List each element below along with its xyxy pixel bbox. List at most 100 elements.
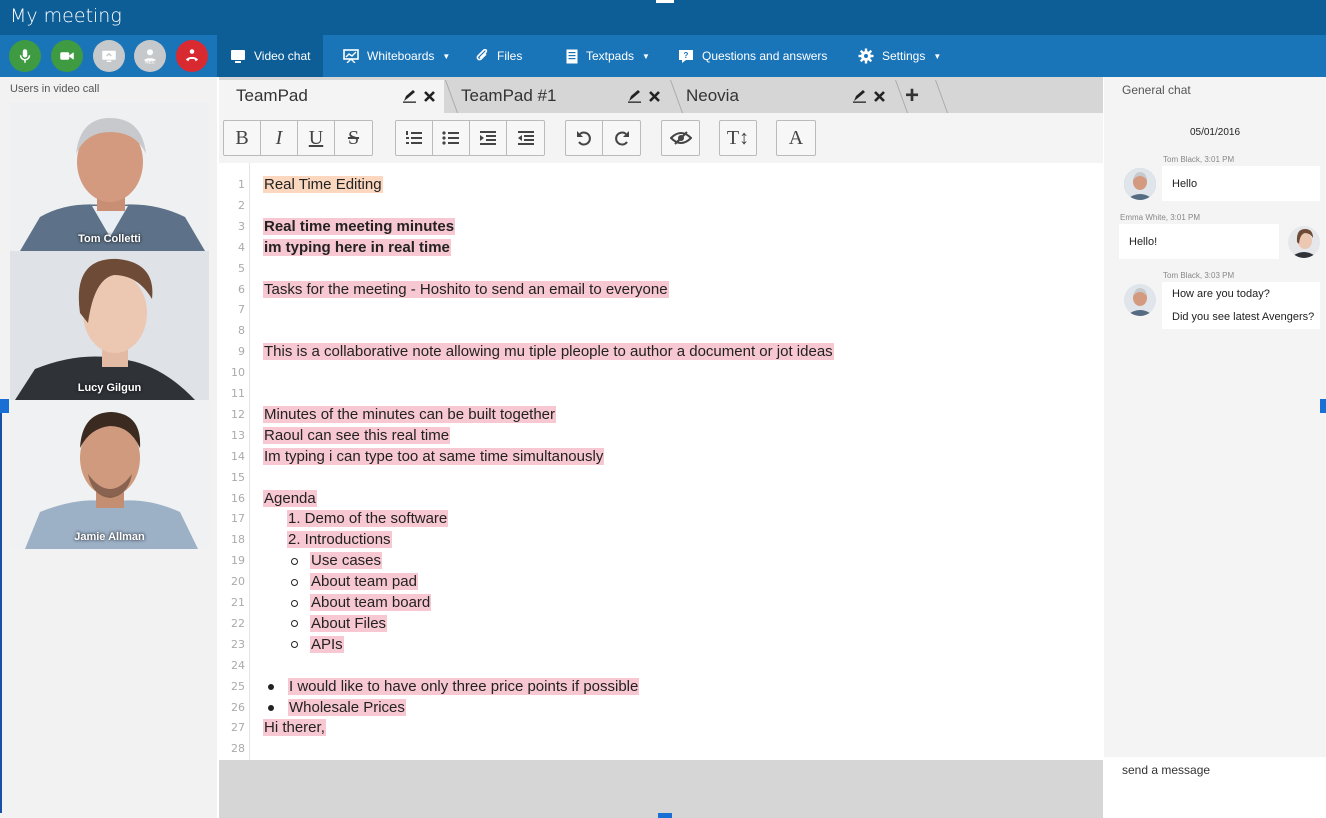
avatar — [1288, 226, 1320, 258]
video-tile-lucy-gilgun[interactable]: Lucy Gilgun — [10, 251, 209, 400]
italic-button[interactable]: I — [261, 121, 298, 155]
undo-icon — [577, 131, 591, 146]
resize-handle[interactable] — [1320, 399, 1326, 413]
editor-line: im typing here in real time — [263, 238, 451, 258]
editor-line: Raoul can see this real time — [263, 426, 451, 446]
rename-pencil-icon[interactable] — [852, 88, 868, 108]
eye-slash-icon — [669, 131, 692, 145]
tab-video-chat[interactable]: Video chat — [217, 35, 323, 77]
title-bar: My meeting — [0, 0, 1326, 35]
line-text: im typing here in real time — [263, 238, 451, 256]
tab-questions-answers[interactable]: ? Questions and answers — [678, 35, 827, 77]
rename-pencil-icon[interactable] — [627, 88, 643, 108]
line-text: 1. Demo of the software — [287, 510, 449, 528]
add-tab-button[interactable]: + — [905, 80, 941, 113]
tab-whiteboards[interactable]: Whiteboards ▼ — [343, 35, 450, 77]
record-button[interactable]: REC — [134, 40, 166, 72]
tab-label: TeamPad #1 — [461, 86, 557, 105]
line-number: 6 — [238, 282, 245, 296]
line-number: 14 — [231, 449, 245, 463]
tab-neovia[interactable]: Neovia — [669, 80, 894, 113]
underline-label: U — [308, 126, 324, 149]
svg-text:?: ? — [684, 51, 689, 60]
close-icon[interactable] — [648, 88, 661, 108]
tab-whiteboards-label: Whiteboards — [367, 49, 435, 63]
hang-up-button[interactable] — [176, 40, 208, 72]
indent-button[interactable] — [470, 121, 507, 155]
line-text: Use cases — [310, 552, 383, 570]
line-number: 26 — [231, 700, 245, 714]
line-number: 2 — [238, 198, 245, 212]
undo-button[interactable] — [566, 121, 603, 155]
close-icon[interactable] — [423, 88, 436, 108]
chat-composer — [1104, 757, 1326, 818]
participant-name: Jamie Allman — [74, 531, 145, 543]
outdent-icon — [517, 131, 534, 145]
editor-line: About Files — [291, 614, 388, 634]
unordered-list-button[interactable] — [433, 121, 470, 155]
line-number: 3 — [238, 219, 245, 233]
editor-line: Hi therer, — [263, 718, 326, 738]
text-editor[interactable]: 1 2 3 4 5 6 7 8 9 10 11 12 13 14 15 16 17 18 19 20 21 22 23 24 2… — [219, 163, 1103, 760]
line-text: About Files — [310, 614, 388, 632]
line-number: 4 — [238, 240, 245, 254]
general-chat-panel: General chat 05/01/2016 Tom Black, 3:01 … — [1104, 77, 1326, 757]
chat-message-input[interactable] — [1122, 763, 1312, 777]
resize-handle[interactable] — [656, 0, 674, 3]
editor-line: Minutes of the minutes can be built toge… — [263, 405, 557, 425]
chat-message: How are you today? Did you see latest Av… — [1162, 282, 1320, 329]
close-icon[interactable] — [873, 88, 886, 108]
main-toolbar: REC Video chat Whiteboards ▼ Files Textp… — [0, 35, 1326, 77]
resize-handle[interactable] — [658, 813, 672, 818]
resize-handle[interactable] — [0, 399, 9, 413]
ordered-list-button[interactable] — [396, 121, 433, 155]
bold-button[interactable]: B — [224, 121, 261, 155]
editor-line: 2. Introductions — [287, 530, 392, 550]
chat-message: Hello — [1162, 166, 1320, 201]
redo-icon — [614, 131, 629, 146]
tab-teampad[interactable]: TeamPad — [219, 80, 444, 113]
line-text: Minutes of the minutes can be built toge… — [263, 405, 557, 423]
tab-label: TeamPad — [236, 86, 308, 105]
clear-authorship-button[interactable] — [661, 120, 700, 156]
tab-files[interactable]: Files — [475, 35, 522, 77]
video-tile-tom-colletti[interactable]: Tom Colletti — [10, 102, 209, 251]
font-size-button[interactable]: T↕ — [719, 120, 757, 156]
tab-textpads[interactable]: Textpads ▼ — [566, 35, 650, 77]
redo-button[interactable] — [603, 121, 640, 155]
participant-photo — [10, 102, 209, 251]
underline-button[interactable]: U — [298, 121, 335, 155]
font-color-button[interactable]: A — [776, 120, 816, 156]
microphone-button[interactable] — [9, 40, 41, 72]
rename-pencil-icon[interactable] — [402, 88, 418, 108]
message-meta: Emma White, 3:01 PM — [1120, 213, 1201, 222]
circle-bullet-icon — [291, 578, 298, 586]
camera-button[interactable] — [51, 40, 83, 72]
video-tile-jamie-allman[interactable]: Jamie Allman — [10, 400, 209, 549]
line-number: 19 — [231, 554, 245, 568]
screen-share-button[interactable] — [93, 40, 125, 72]
ordered-list-icon — [406, 131, 422, 144]
line-number: 7 — [238, 303, 245, 317]
bullet-icon — [268, 704, 274, 711]
tab-teampad-1[interactable]: TeamPad #1 — [444, 80, 669, 113]
line-text: Raoul can see this real time — [263, 426, 451, 444]
circle-bullet-icon — [291, 599, 298, 607]
outdent-button[interactable] — [507, 121, 544, 155]
line-number: 8 — [238, 324, 245, 338]
editor-line: 1. Demo of the software — [287, 509, 449, 529]
video-chat-icon — [230, 49, 246, 63]
chat-heading: General chat — [1122, 83, 1191, 97]
strikethrough-button[interactable]: S — [335, 121, 372, 155]
message-meta: Tom Black, 3:01 PM — [1163, 155, 1235, 164]
font-color-label: A — [788, 126, 804, 149]
paperclip-icon — [475, 49, 489, 63]
line-text: Real time meeting minutes — [263, 217, 456, 235]
video-camera-icon — [60, 52, 74, 60]
tab-settings[interactable]: Settings ▼ — [858, 35, 941, 77]
window-title: My meeting — [10, 5, 122, 27]
line-number: 15 — [231, 470, 245, 484]
chat-date: 05/01/2016 — [1189, 127, 1241, 138]
editor-line: Agenda — [263, 489, 317, 509]
line-number: 1 — [238, 178, 245, 191]
